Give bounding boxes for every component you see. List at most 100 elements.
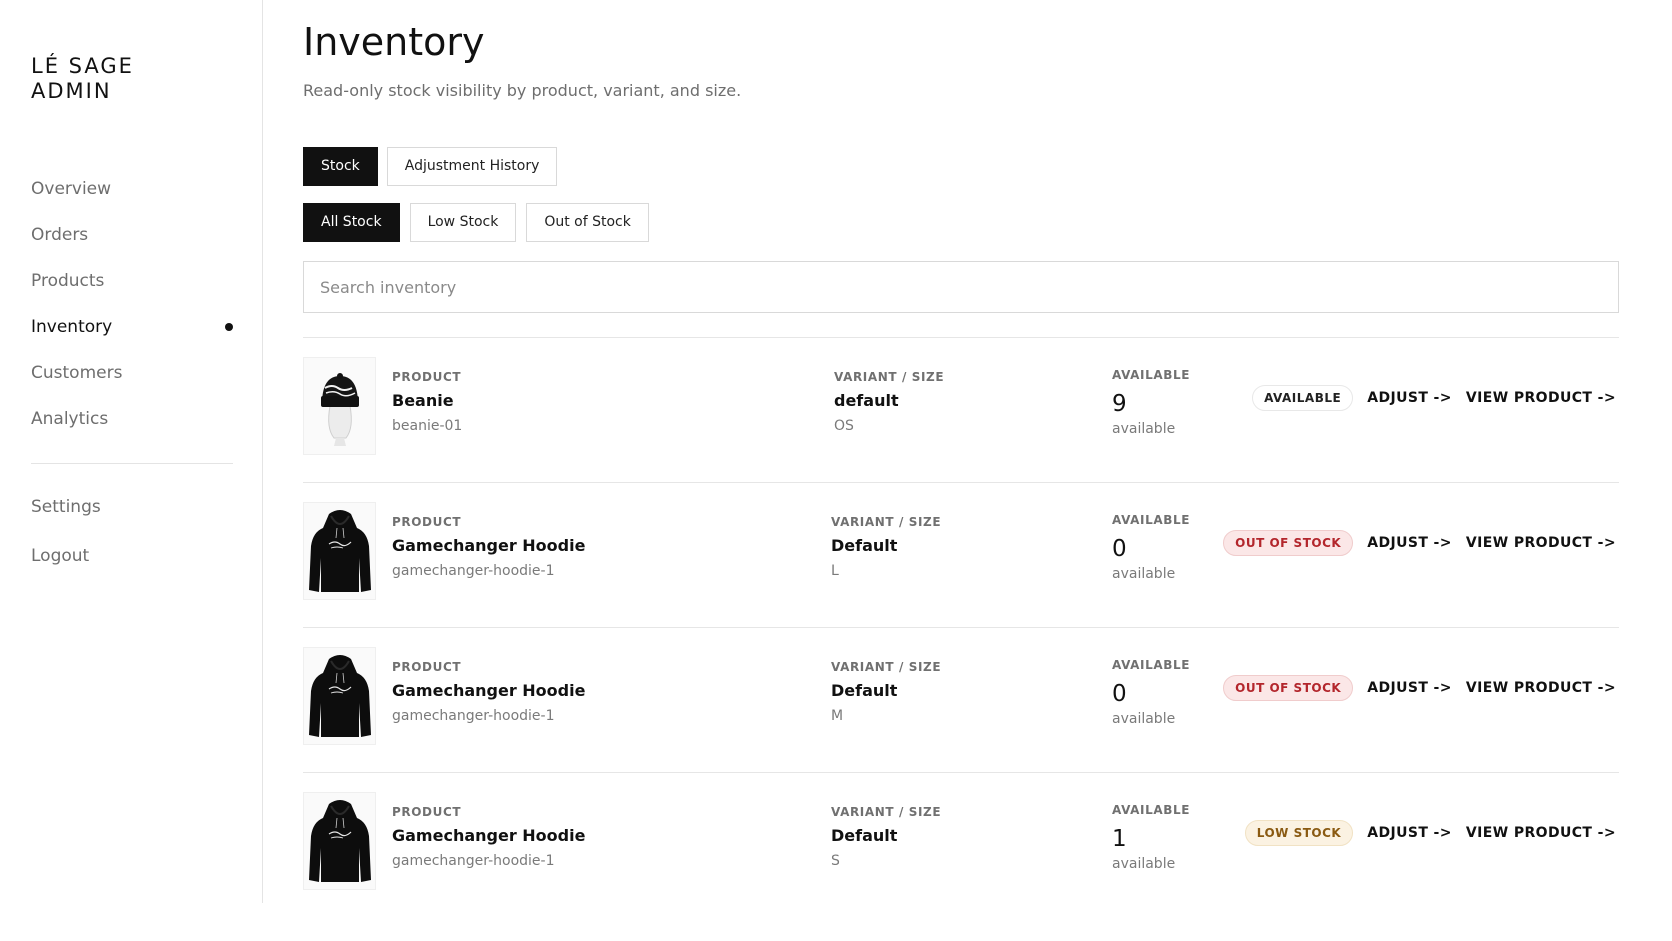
sidebar-item-label: Logout xyxy=(31,546,90,566)
page-subtitle: Read-only stock visibility by product, v… xyxy=(303,81,742,100)
product-label: PRODUCT xyxy=(392,370,462,384)
available-count: 9 xyxy=(1112,391,1127,417)
sidebar: LÉ SAGE ADMIN Overview Orders Products I… xyxy=(0,0,263,903)
sidebar-divider xyxy=(31,463,233,464)
view-product-link[interactable]: VIEW PRODUCT -> xyxy=(1466,680,1616,696)
sidebar-item-label: Settings xyxy=(31,497,101,517)
variant-name: default xyxy=(834,391,899,410)
hoodie-icon xyxy=(308,800,371,882)
available-label: AVAILABLE xyxy=(1112,368,1191,382)
view-product-link[interactable]: VIEW PRODUCT -> xyxy=(1466,825,1616,841)
view-tabs: Stock Adjustment History xyxy=(303,147,558,186)
product-thumbnail[interactable] xyxy=(303,502,376,600)
available-cell: AVAILABLE 9 available xyxy=(1112,368,1190,437)
sidebar-item-label: Customers xyxy=(31,363,123,383)
available-caption: available xyxy=(1112,566,1176,582)
inventory-row: PRODUCT Gamechanger Hoodie gamechanger-h… xyxy=(303,627,1619,772)
product-sku: gamechanger-hoodie-1 xyxy=(392,853,555,869)
brand-line-2: ADMIN xyxy=(31,79,112,103)
row-actions: OUT OF STOCK ADJUST -> VIEW PRODUCT -> xyxy=(1223,530,1616,556)
adjust-link[interactable]: ADJUST -> xyxy=(1367,825,1452,841)
variant-cell: VARIANT / SIZE Default L xyxy=(831,515,941,579)
product-sku: gamechanger-hoodie-1 xyxy=(392,563,555,579)
sidebar-item-overview[interactable]: Overview xyxy=(31,176,233,222)
sidebar-secondary-nav: Settings Logout xyxy=(31,494,233,592)
product-cell: PRODUCT Beanie beanie-01 xyxy=(392,370,462,434)
available-cell: AVAILABLE 1 available xyxy=(1112,803,1190,872)
search-input[interactable] xyxy=(303,261,1619,313)
sidebar-item-inventory[interactable]: Inventory xyxy=(31,314,233,360)
variant-name: Default xyxy=(831,681,898,700)
sidebar-nav: Overview Orders Products Inventory Custo… xyxy=(31,176,233,452)
row-actions: OUT OF STOCK ADJUST -> VIEW PRODUCT -> xyxy=(1223,675,1616,701)
tab-stock[interactable]: Stock xyxy=(303,147,378,186)
available-cell: AVAILABLE 0 available xyxy=(1112,658,1190,727)
hoodie-icon xyxy=(308,510,371,592)
available-label: AVAILABLE xyxy=(1112,803,1191,817)
sidebar-item-products[interactable]: Products xyxy=(31,268,233,314)
product-name: Gamechanger Hoodie xyxy=(392,536,586,555)
product-name: Gamechanger Hoodie xyxy=(392,681,586,700)
variant-name: Default xyxy=(831,826,898,845)
sidebar-item-orders[interactable]: Orders xyxy=(31,222,233,268)
available-caption: available xyxy=(1112,711,1176,727)
product-thumbnail[interactable] xyxy=(303,357,376,455)
brand-line-1: LÉ SAGE xyxy=(31,54,134,78)
available-count: 0 xyxy=(1112,536,1127,562)
variant-label: VARIANT / SIZE xyxy=(831,805,942,819)
inventory-row: PRODUCT Gamechanger Hoodie gamechanger-h… xyxy=(303,772,1619,917)
variant-cell: VARIANT / SIZE default OS xyxy=(834,370,944,434)
available-caption: available xyxy=(1112,421,1176,437)
sidebar-item-label: Products xyxy=(31,271,105,291)
status-badge: LOW STOCK xyxy=(1244,820,1354,846)
filter-out-of-stock[interactable]: Out of Stock xyxy=(526,203,649,242)
product-sku: gamechanger-hoodie-1 xyxy=(392,708,555,724)
sidebar-item-logout[interactable]: Logout xyxy=(31,543,233,592)
available-count: 0 xyxy=(1112,681,1127,707)
sidebar-item-settings[interactable]: Settings xyxy=(31,494,233,543)
product-label: PRODUCT xyxy=(392,515,462,529)
filter-low-stock[interactable]: Low Stock xyxy=(409,203,517,242)
product-cell: PRODUCT Gamechanger Hoodie gamechanger-h… xyxy=(392,515,585,579)
brand-logo[interactable]: LÉ SAGE ADMIN xyxy=(31,54,134,104)
active-indicator-dot xyxy=(225,323,233,331)
inventory-list: PRODUCT Beanie beanie-01 VARIANT / SIZE … xyxy=(303,337,1619,917)
row-actions: AVAILABLE ADJUST -> VIEW PRODUCT -> xyxy=(1252,385,1616,411)
adjust-link[interactable]: ADJUST -> xyxy=(1367,535,1452,551)
product-thumbnail[interactable] xyxy=(303,647,376,745)
sidebar-item-label: Inventory xyxy=(31,317,113,337)
variant-label: VARIANT / SIZE xyxy=(831,515,942,529)
available-label: AVAILABLE xyxy=(1112,513,1191,527)
variant-size: L xyxy=(831,563,839,579)
adjust-link[interactable]: ADJUST -> xyxy=(1367,680,1452,696)
product-name: Gamechanger Hoodie xyxy=(392,826,586,845)
adjust-link[interactable]: ADJUST -> xyxy=(1367,390,1452,406)
sidebar-item-label: Analytics xyxy=(31,409,109,429)
product-label: PRODUCT xyxy=(392,660,462,674)
variant-size: M xyxy=(831,708,844,724)
variant-label: VARIANT / SIZE xyxy=(834,370,945,384)
sidebar-item-analytics[interactable]: Analytics xyxy=(31,406,233,452)
row-actions: LOW STOCK ADJUST -> VIEW PRODUCT -> xyxy=(1244,820,1616,846)
view-product-link[interactable]: VIEW PRODUCT -> xyxy=(1466,390,1616,406)
filter-all-stock[interactable]: All Stock xyxy=(303,203,400,242)
view-product-link[interactable]: VIEW PRODUCT -> xyxy=(1466,535,1616,551)
stock-filters: All Stock Low Stock Out of Stock xyxy=(303,203,649,242)
variant-size: OS xyxy=(834,418,854,434)
status-badge: AVAILABLE xyxy=(1252,385,1354,411)
product-name: Beanie xyxy=(392,391,454,410)
sidebar-item-label: Overview xyxy=(31,179,112,199)
beanie-icon xyxy=(320,373,359,446)
product-cell: PRODUCT Gamechanger Hoodie gamechanger-h… xyxy=(392,660,585,724)
sidebar-item-customers[interactable]: Customers xyxy=(31,360,233,406)
product-label: PRODUCT xyxy=(392,805,462,819)
variant-size: S xyxy=(831,853,840,869)
inventory-row: PRODUCT Beanie beanie-01 VARIANT / SIZE … xyxy=(303,337,1619,482)
status-badge: OUT OF STOCK xyxy=(1223,530,1354,556)
variant-cell: VARIANT / SIZE Default S xyxy=(831,805,941,869)
product-thumbnail[interactable] xyxy=(303,792,376,890)
page-title: Inventory xyxy=(303,20,485,64)
variant-name: Default xyxy=(831,536,898,555)
available-label: AVAILABLE xyxy=(1112,658,1191,672)
tab-adjustment-history[interactable]: Adjustment History xyxy=(386,147,558,186)
